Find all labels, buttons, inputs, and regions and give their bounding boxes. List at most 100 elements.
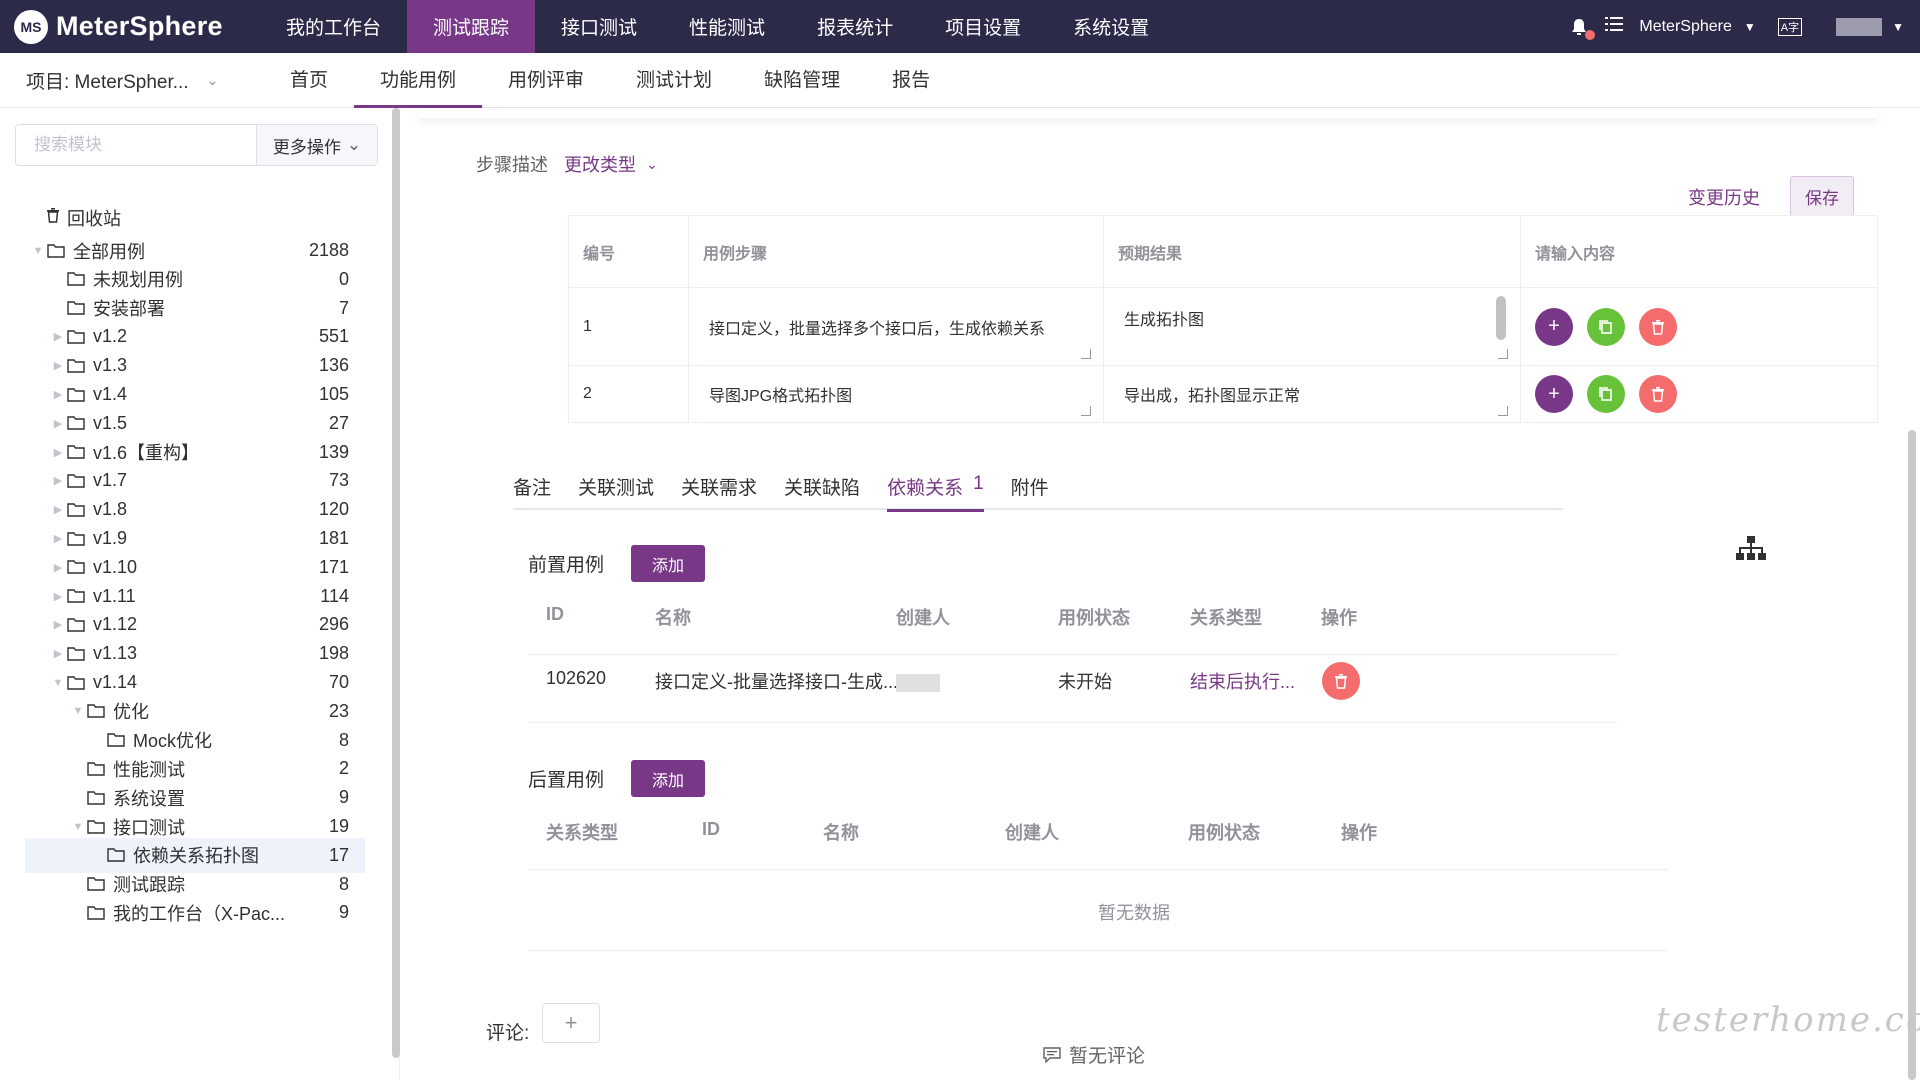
change-type-dropdown[interactable]: 更改类型 ⌄ [564, 151, 658, 177]
detail-tab[interactable]: 关联需求 [681, 468, 757, 510]
caret-right-icon[interactable]: ▶ [51, 388, 65, 401]
post-case-table: 关系类型 ID 名称 创建人 用例状态 操作 暂无数据 [528, 819, 1728, 969]
more-ops-dropdown[interactable]: 更多操作 ⌄ [256, 125, 377, 165]
caret-right-icon[interactable]: ▶ [51, 446, 65, 459]
top-menu-item[interactable]: 测试跟踪 [407, 0, 536, 53]
folder-icon [85, 761, 107, 777]
language-icon[interactable]: A字 [1777, 17, 1803, 36]
detail-tab-label: 关联缺陷 [784, 478, 861, 499]
caret-right-icon[interactable]: ▶ [51, 561, 65, 574]
top-menu-item[interactable]: 报表统计 [791, 0, 919, 53]
brand-logo[interactable]: MS MeterSphere [0, 0, 260, 53]
col-creator: 创建人 [896, 608, 950, 628]
step-actions: + [1521, 288, 1877, 365]
main-scrollbar[interactable] [1908, 430, 1916, 1080]
caret-down-icon: ▼ [1892, 19, 1904, 34]
tree-node-label: v1.9 [93, 528, 128, 548]
delete-pre-case-button[interactable] [1322, 662, 1360, 700]
step-row: 1 接口定义，批量选择多个接口后，生成依赖关系 生成拓扑图 + [569, 288, 1877, 366]
sub-tab[interactable]: 测试计划 [610, 53, 738, 108]
copy-step-button[interactable] [1587, 375, 1625, 413]
resize-handle-icon[interactable] [1081, 406, 1091, 416]
change-history-link[interactable]: 变更历史 [1688, 184, 1760, 210]
detail-tab-badge: 1 [973, 473, 984, 494]
tree-node-label: v1.13 [93, 643, 138, 664]
search-input[interactable] [16, 125, 256, 165]
sub-tab[interactable]: 首页 [264, 53, 354, 108]
tree-node-label: v1.11 [93, 585, 136, 606]
resize-handle-icon[interactable] [1498, 406, 1508, 416]
step-textarea[interactable]: 接口定义，批量选择多个接口后，生成依赖关系 [689, 288, 1104, 365]
sidebar-scrollbar[interactable] [392, 108, 400, 1058]
logo-icon: MS [14, 9, 48, 44]
sub-tab[interactable]: 缺陷管理 [738, 53, 866, 108]
caret-right-icon[interactable]: ▶ [51, 417, 65, 430]
caret-right-icon[interactable]: ▶ [51, 330, 65, 343]
caret-right-icon[interactable]: ▶ [51, 474, 65, 487]
caret-down-icon[interactable]: ▼ [31, 245, 45, 257]
copy-step-button[interactable] [1587, 307, 1625, 346]
caret-right-icon[interactable]: ▶ [51, 503, 65, 516]
caret-down-icon[interactable]: ▼ [51, 677, 65, 689]
caret-down-icon[interactable]: ▼ [71, 705, 85, 717]
detail-tab[interactable]: 备注 [513, 468, 551, 510]
detail-tab-label: 备注 [513, 478, 552, 499]
result-textarea[interactable]: 生成拓扑图 [1104, 288, 1521, 365]
top-menu-item[interactable]: 性能测试 [663, 0, 791, 53]
bell-icon[interactable] [1569, 17, 1596, 40]
col-id: ID [546, 604, 564, 624]
detail-tab[interactable]: 关联缺陷 [784, 468, 860, 510]
delete-step-button[interactable] [1639, 375, 1677, 413]
col-result: 预期结果 [1104, 216, 1521, 287]
add-step-button[interactable]: + [1535, 375, 1573, 413]
result-textarea[interactable]: 导出成，拓扑图显示正常 [1104, 366, 1521, 422]
caret-right-icon[interactable]: ▶ [51, 532, 65, 545]
top-menu-item[interactable]: 我的工作台 [260, 0, 407, 53]
task-list-icon[interactable] [1605, 16, 1624, 37]
project-selector[interactable]: 项目: MeterSpher... ⌄ [0, 67, 264, 94]
delete-step-button[interactable] [1639, 307, 1677, 346]
resize-handle-icon[interactable] [1081, 349, 1091, 359]
detail-tab[interactable]: 附件 [1011, 468, 1049, 510]
sub-tab[interactable]: 报告 [866, 53, 956, 108]
comment-icon [1043, 1046, 1061, 1063]
sub-tab[interactable]: 功能用例 [354, 53, 483, 108]
step-textarea[interactable]: 导图JPG格式拓扑图 [689, 366, 1104, 422]
top-menu-item[interactable]: 系统设置 [1047, 0, 1175, 53]
tree-node-label: 依赖关系拓扑图 [133, 846, 259, 867]
add-post-case-button[interactable]: 添加 [631, 760, 705, 797]
detail-tab-label: 关联测试 [578, 478, 655, 499]
caret-right-icon[interactable]: ▶ [51, 618, 65, 631]
detail-tab[interactable]: 关联测试 [578, 468, 654, 510]
topology-icon[interactable] [1736, 536, 1766, 562]
top-menu-item[interactable]: 项目设置 [919, 0, 1047, 53]
resize-handle-icon[interactable] [1498, 349, 1508, 359]
tree-node[interactable]: 我的工作台（X-Pac... 9 [25, 895, 365, 930]
top-menu-item[interactable]: 接口测试 [535, 0, 663, 53]
caret-down-icon[interactable]: ▼ [71, 821, 85, 833]
add-pre-case-button[interactable]: 添加 [631, 545, 705, 582]
textarea-scrollbar[interactable] [1496, 296, 1506, 340]
tree-node-label: 我的工作台（X-Pac... [113, 903, 286, 924]
pre-case-status: 未开始 [1058, 672, 1112, 692]
caret-right-icon[interactable]: ▶ [51, 647, 65, 660]
user-menu[interactable]: ▼ [1836, 17, 1904, 36]
recycle-bin[interactable]: 回收站 [45, 200, 385, 235]
detail-tab[interactable]: 依赖关系 1 [887, 468, 984, 512]
add-step-button[interactable]: + [1535, 307, 1573, 346]
step-text: 导图JPG格式拓扑图 [709, 388, 853, 405]
trash-icon [1652, 319, 1664, 335]
caret-right-icon[interactable]: ▶ [51, 590, 65, 603]
caret-right-icon[interactable]: ▶ [51, 359, 65, 372]
tree-node-label: v1.5 [93, 412, 128, 433]
folder-icon [65, 358, 87, 374]
step-number: 2 [569, 366, 689, 422]
add-comment-button[interactable]: + [542, 1003, 600, 1043]
change-type-label: 更改类型 [564, 155, 636, 175]
recycle-bin-label: 回收站 [67, 208, 121, 229]
app-root: { "brand": {"logo_text": "MeterSphere", … [0, 0, 1920, 1080]
workspace-selector[interactable]: MeterSphere ▼ [1639, 18, 1755, 36]
pre-case-relation[interactable]: 结束后执行... [1190, 668, 1295, 694]
sub-tab[interactable]: 用例评审 [482, 53, 610, 108]
save-button[interactable]: 保存 [1790, 176, 1854, 216]
